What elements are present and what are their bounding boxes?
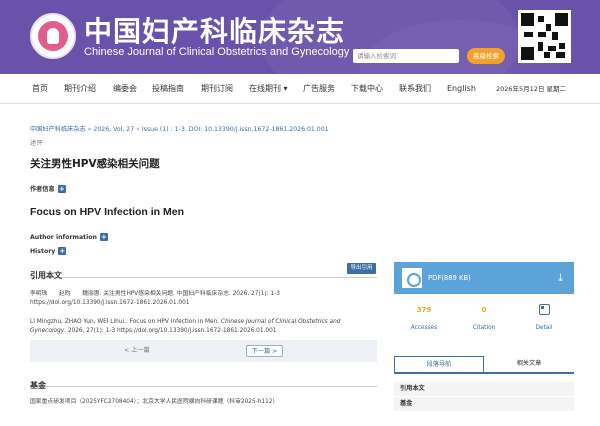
- tab-section-nav[interactable]: 段落导航: [394, 356, 484, 372]
- current-date: 2026年5月12日 星期二: [496, 85, 567, 93]
- export-citation-button[interactable]: 导出引用: [347, 263, 376, 274]
- pdf-label: PDF(889 KB): [428, 274, 471, 282]
- article-category: 述评: [30, 140, 43, 147]
- breadcrumb-journal[interactable]: 中国妇产科临床杂志: [30, 126, 86, 133]
- citation-cn-text: . 关注男性HPV感染相关问题. 中国妇产科临床杂志. 2026, 27(1):…: [99, 291, 280, 297]
- history-label: History: [30, 248, 56, 255]
- detail-label: Detail: [535, 325, 553, 331]
- author-info-en-label: Author information: [30, 234, 97, 241]
- article-title-cn: 关注男性HPV感染相关问题: [30, 158, 160, 170]
- expand-plus-icon[interactable]: +: [99, 233, 108, 241]
- breadcrumb-issue[interactable]: Issue (1) : 1-3.: [142, 126, 187, 133]
- search-input[interactable]: [353, 49, 459, 63]
- citation-heading: 引用本文: [30, 271, 62, 280]
- main-nav: 首页 期刊介绍 编委会 投稿指南 期刊订阅 在线期刊 ▾ 广告服务 下载中心 联…: [0, 74, 600, 104]
- pdf-file-icon: [402, 268, 422, 288]
- nav-item-editorial-board[interactable]: 编委会: [113, 74, 137, 104]
- tab-related-articles[interactable]: 相关文章: [484, 356, 574, 372]
- citation-value: 0: [481, 306, 487, 314]
- sidebar-item-funding[interactable]: 基金: [394, 397, 574, 411]
- sidebar-item-citation[interactable]: 引用本文: [394, 382, 574, 396]
- advanced-search-button[interactable]: 高级检索: [467, 48, 505, 64]
- breadcrumb: 中国妇产科临床杂志 » 2026, Vol. 27 » Issue (1) : …: [30, 124, 329, 133]
- author-info-cn-label: 作者信息: [30, 186, 55, 193]
- funding-section-header: 基金: [30, 373, 377, 390]
- journal-title-cn: 中国妇产科临床杂志: [84, 15, 346, 48]
- author-info-en-toggle[interactable]: Author information +: [30, 233, 108, 241]
- author-info-cn-toggle[interactable]: 作者信息 +: [30, 184, 66, 193]
- citation-section-header: 引用本文: [30, 263, 377, 280]
- qr-code-icon: [518, 10, 571, 63]
- detail-grid-icon: [538, 304, 550, 315]
- nav-item-online-journal[interactable]: 在线期刊 ▾: [249, 74, 288, 104]
- accesses-label: Accesses: [410, 325, 438, 331]
- citation-cn: 李明珠 赵昀 魏丽惠. 关注男性HPV感染相关问题. 中国妇产科临床杂志. 20…: [30, 290, 376, 308]
- nav-item-subscription[interactable]: 期刊订阅: [201, 74, 233, 104]
- accesses-metric[interactable]: 379 Accesses: [394, 304, 454, 331]
- next-article-button[interactable]: 下一篇 >: [246, 345, 283, 357]
- nav-item-english[interactable]: English: [447, 74, 476, 104]
- article-pager: < 上一篇 下一篇 >: [30, 340, 377, 362]
- expand-plus-icon[interactable]: +: [58, 247, 67, 255]
- journal-logo[interactable]: [30, 13, 76, 59]
- logo-emblem-icon: [38, 21, 68, 51]
- breadcrumb-volume[interactable]: 2026, Vol. 27: [93, 126, 134, 133]
- nav-item-downloads[interactable]: 下载中心: [351, 74, 383, 104]
- citation-en-rest[interactable]: . 2026, 27(1): 1-3 https://doi.org/10.13…: [64, 328, 276, 334]
- history-toggle[interactable]: History +: [30, 247, 67, 255]
- citation-label: Citation: [472, 325, 496, 331]
- download-icon: ⤓: [558, 271, 563, 284]
- expand-plus-icon[interactable]: +: [57, 185, 66, 193]
- pdf-download-button[interactable]: PDF(889 KB) ⤓: [394, 262, 574, 294]
- sidebar-tabs: 段落导航 相关文章: [394, 356, 574, 374]
- nav-item-submission-guide[interactable]: 投稿指南: [152, 74, 184, 104]
- nav-item-about[interactable]: 期刊介绍: [64, 74, 96, 104]
- citation-cn-authors: 李明珠 赵昀 魏丽惠: [30, 291, 100, 297]
- accesses-value: 379: [416, 306, 432, 314]
- previous-article-button[interactable]: < 上一篇: [124, 345, 150, 354]
- citation-cn-doi-link[interactable]: https://doi.org/10.13390/j.issn.1672-186…: [30, 300, 189, 306]
- funding-text: 国家重点研发项目（2025YFC2708404）；北京大学人民医院横向科研课题（…: [30, 399, 279, 405]
- nav-item-contact[interactable]: 联系我们: [399, 74, 431, 104]
- site-header: 中国妇产科临床杂志 Chinese Journal of Clinical Ob…: [0, 0, 600, 74]
- nav-item-advertising[interactable]: 广告服务: [303, 74, 335, 104]
- article-metrics: 379 Accesses 0 Citation Detail: [394, 304, 574, 344]
- journal-title-en: Chinese Journal of Clinical Obstetrics a…: [84, 46, 350, 58]
- detail-metric[interactable]: Detail: [514, 304, 574, 331]
- funding-heading: 基金: [30, 381, 46, 390]
- nav-item-home[interactable]: 首页: [32, 74, 48, 104]
- citation-metric[interactable]: 0 Citation: [454, 304, 514, 331]
- citation-en: LI Mingzhu, ZHAO Yun, WEI Lihui.. Focus …: [30, 318, 376, 336]
- breadcrumb-doi[interactable]: DOI: 10.13390/j.issn.1672-1861.2026.01.0…: [189, 126, 329, 133]
- article-title-en: Focus on HPV Infection in Men: [30, 206, 185, 218]
- citation-en-authors-title: LI Mingzhu, ZHAO Yun, WEI Lihui.. Focus …: [30, 319, 221, 325]
